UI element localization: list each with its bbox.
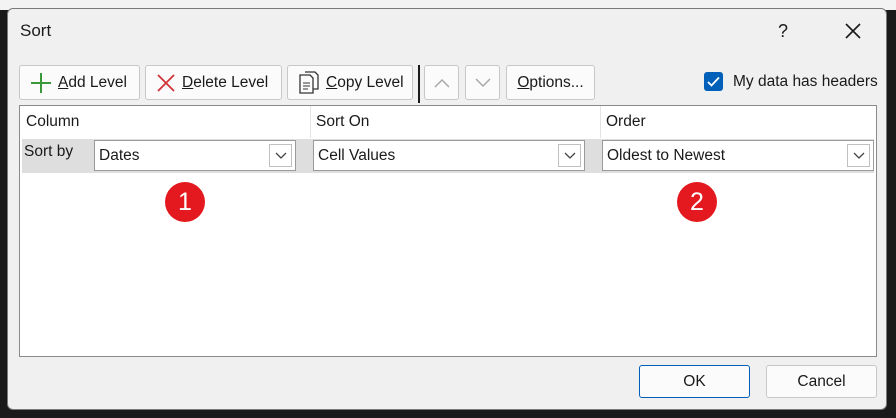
toolbar-separator — [418, 65, 420, 103]
dialog-title: Sort — [20, 21, 52, 40]
chevron-down-icon — [853, 152, 865, 160]
chevron-up-icon — [433, 78, 450, 88]
close-icon — [845, 23, 861, 39]
options-button[interactable]: Options... — [506, 65, 595, 100]
dropdown-button[interactable] — [847, 144, 870, 167]
ok-button[interactable]: OK — [639, 365, 750, 398]
chevron-down-icon — [474, 77, 491, 88]
add-level-button[interactable]: Add Level — [19, 65, 140, 100]
column-header-column: Column — [26, 113, 80, 130]
order-select[interactable]: Oldest to Newest — [602, 140, 874, 171]
sort-on-value: Cell Values — [318, 146, 396, 164]
sort-column-select[interactable]: Dates — [94, 140, 296, 171]
x-icon — [156, 73, 176, 93]
options-label: Options... — [517, 73, 584, 91]
delete-level-label: Delete Level — [182, 73, 269, 91]
add-level-label: Add Level — [58, 73, 127, 91]
callout-marker-1: 1 — [165, 182, 205, 222]
cancel-button[interactable]: Cancel — [766, 365, 877, 398]
my-data-has-headers[interactable]: My data has headers — [704, 72, 878, 91]
column-header-sort-on: Sort On — [316, 113, 370, 130]
sort-column-value: Dates — [99, 146, 140, 164]
dropdown-button[interactable] — [558, 144, 581, 167]
callout-marker-2: 2 — [677, 182, 717, 222]
sort-dialog: Sort ? Add Level Delete Level Copy Level — [7, 8, 887, 410]
sort-by-label: Sort by — [24, 143, 74, 160]
sort-levels-grid: Column Sort On Order Sort by Dates Cell … — [19, 105, 877, 357]
move-down-button[interactable] — [465, 65, 500, 100]
copy-icon — [298, 70, 320, 95]
close-button[interactable] — [836, 15, 870, 47]
chevron-down-icon — [564, 152, 576, 160]
order-value: Oldest to Newest — [607, 146, 726, 164]
chevron-down-icon — [275, 152, 287, 160]
headers-checkbox[interactable] — [704, 72, 723, 91]
sort-on-select[interactable]: Cell Values — [313, 140, 585, 171]
move-up-button[interactable] — [424, 65, 459, 100]
copy-level-label: Copy Level — [326, 73, 404, 91]
title-bar: Sort ? — [8, 9, 886, 53]
headers-checkbox-label: My data has headers — [733, 72, 878, 90]
delete-level-button[interactable]: Delete Level — [145, 65, 282, 100]
copy-level-button[interactable]: Copy Level — [287, 65, 413, 100]
column-header-order: Order — [606, 113, 646, 130]
plus-icon — [30, 72, 52, 94]
help-button[interactable]: ? — [768, 15, 798, 47]
dropdown-button[interactable] — [269, 144, 292, 167]
